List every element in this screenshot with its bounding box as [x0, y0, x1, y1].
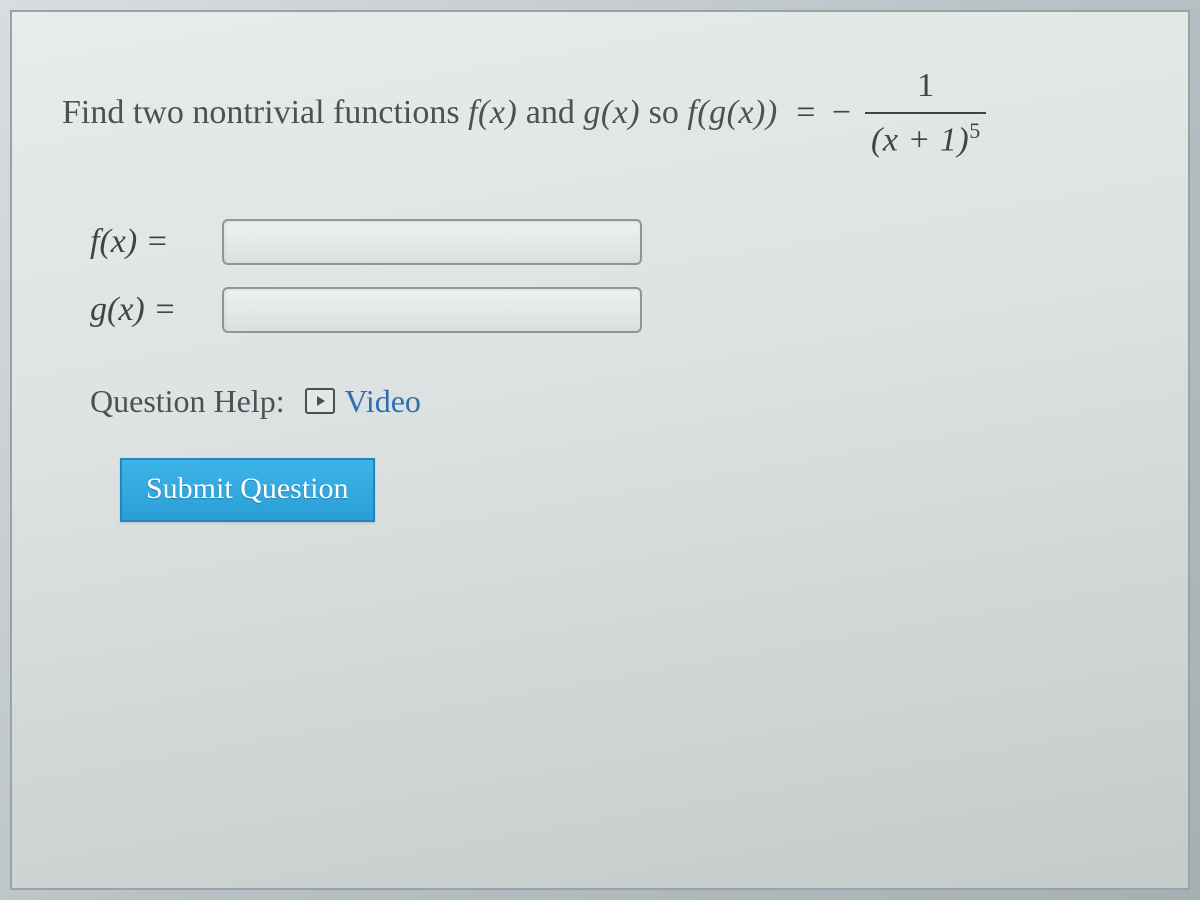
fraction: 1 (x + 1)5: [865, 62, 986, 164]
help-row: Question Help: Video: [90, 383, 1150, 420]
math-composition: f(g(x)): [687, 94, 777, 131]
prompt-text: Find two nontrivial functions f(x) and g…: [62, 89, 855, 137]
help-label: Question Help:: [90, 383, 285, 420]
fraction-denominator: (x + 1)5: [865, 114, 986, 164]
answer-rows: f(x) = g(x) =: [90, 219, 1150, 333]
input-f[interactable]: [222, 219, 642, 265]
answer-row-g: g(x) =: [90, 287, 1150, 333]
equals-minus: = −: [796, 94, 855, 131]
submit-button[interactable]: Submit Question: [120, 458, 375, 522]
input-g[interactable]: [222, 287, 642, 333]
label-f: f(x) =: [90, 223, 210, 261]
question-panel: Find two nontrivial functions f(x) and g…: [10, 10, 1190, 890]
label-g: g(x) =: [90, 291, 210, 329]
math-g-of-x: g(x): [583, 94, 640, 131]
play-icon: [305, 388, 335, 414]
answer-row-f: f(x) =: [90, 219, 1150, 265]
denominator-exponent: 5: [969, 118, 980, 143]
label-f-text: f(x) =: [90, 223, 169, 260]
label-g-text: g(x) =: [90, 291, 176, 328]
denominator-base: (x + 1): [871, 121, 969, 158]
prompt-so: so: [649, 94, 688, 131]
prompt-and: and: [526, 94, 584, 131]
video-link[interactable]: Video: [305, 383, 421, 420]
question-prompt: Find two nontrivial functions f(x) and g…: [62, 62, 1150, 164]
math-f-of-x: f(x): [468, 94, 517, 131]
fraction-numerator: 1: [859, 62, 992, 112]
video-link-label: Video: [345, 383, 421, 420]
play-triangle-icon: [317, 396, 325, 406]
prompt-prefix: Find two nontrivial functions: [62, 94, 468, 131]
